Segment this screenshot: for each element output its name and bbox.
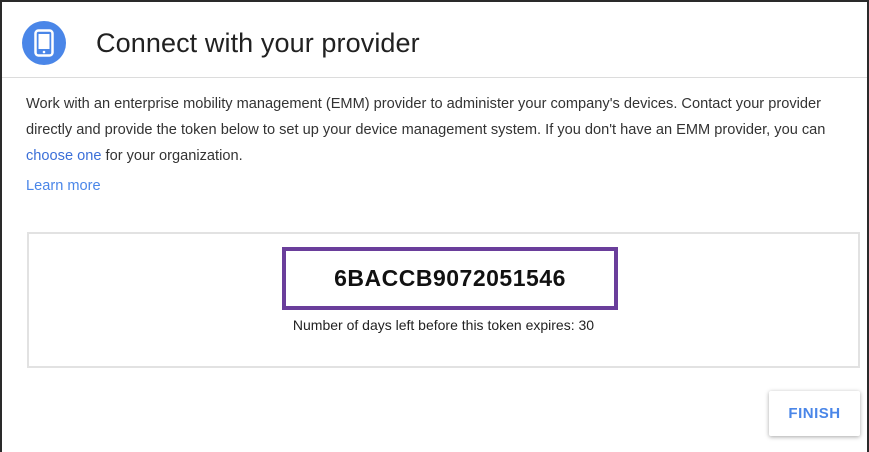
dialog-title: Connect with your provider [96, 27, 420, 58]
token-highlight-box: 6BACCB9072051546 [282, 247, 618, 310]
token-value: 6BACCB9072051546 [334, 265, 566, 291]
token-expiry-text: Number of days left before this token ex… [292, 317, 595, 333]
description-part-2: for your organization. [101, 148, 243, 164]
dialog-header: Connect with your provider [22, 20, 420, 66]
connect-provider-dialog: Connect with your provider Work with an … [0, 0, 869, 452]
description-part-1: Work with an enterprise mobility managem… [26, 96, 826, 138]
token-panel: 6BACCB9072051546 Number of days left bef… [27, 232, 860, 368]
mobile-device-icon [22, 21, 66, 65]
finish-button[interactable]: FINISH [769, 391, 860, 436]
learn-more-link[interactable]: Learn more [26, 178, 101, 194]
header-divider [2, 77, 867, 78]
description-text: Work with an enterprise mobility managem… [26, 91, 846, 169]
choose-one-link[interactable]: choose one [26, 148, 101, 164]
